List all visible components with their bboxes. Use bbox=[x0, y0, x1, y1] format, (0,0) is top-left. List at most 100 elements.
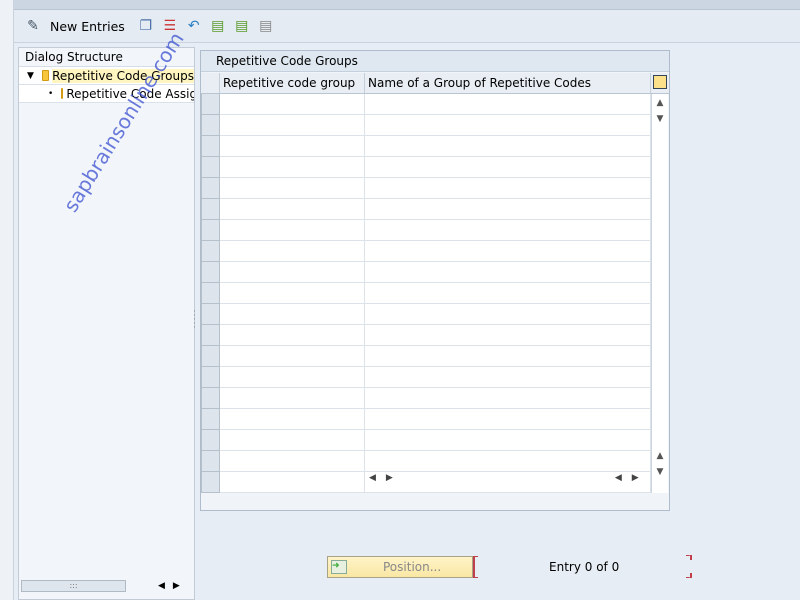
cell-code-group[interactable] bbox=[220, 367, 365, 388]
table-row[interactable] bbox=[201, 220, 669, 241]
cell-code-group[interactable] bbox=[220, 430, 365, 451]
splitter-handle[interactable]: · · · · · bbox=[193, 308, 196, 333]
row-selector[interactable] bbox=[201, 241, 220, 262]
table-row[interactable] bbox=[201, 367, 669, 388]
cell-group-name[interactable] bbox=[365, 115, 651, 136]
select-all-cell[interactable] bbox=[201, 73, 220, 93]
scroll-left-icon[interactable]: ◀ bbox=[369, 473, 376, 483]
cell-group-name[interactable] bbox=[365, 157, 651, 178]
table-row[interactable] bbox=[201, 94, 669, 115]
table-row[interactable] bbox=[201, 178, 669, 199]
cell-group-name[interactable] bbox=[365, 346, 651, 367]
scroll-thumb[interactable]: ::: bbox=[21, 580, 126, 592]
scroll-up-icon[interactable]: ▲ bbox=[652, 98, 668, 108]
cell-code-group[interactable] bbox=[220, 451, 365, 472]
row-selector[interactable] bbox=[201, 199, 220, 220]
cell-group-name[interactable] bbox=[365, 178, 651, 199]
deselect-all-icon[interactable]: ▤ bbox=[257, 17, 275, 35]
display-change-icon[interactable]: ✎ bbox=[24, 17, 42, 35]
tree-item-repetitive-code-groups[interactable]: ▼ Repetitive Code Groups bbox=[19, 67, 194, 85]
cell-code-group[interactable] bbox=[220, 220, 365, 241]
table-row[interactable] bbox=[201, 262, 669, 283]
row-selector[interactable] bbox=[201, 409, 220, 430]
table-row[interactable] bbox=[201, 241, 669, 262]
row-selector[interactable] bbox=[201, 325, 220, 346]
row-selector[interactable] bbox=[201, 220, 220, 241]
undo-icon[interactable]: ↶ bbox=[185, 17, 203, 35]
cell-group-name[interactable] bbox=[365, 430, 651, 451]
cell-code-group[interactable] bbox=[220, 262, 365, 283]
cell-group-name[interactable] bbox=[365, 409, 651, 430]
scroll-up-icon[interactable]: ▲ bbox=[652, 451, 668, 461]
cell-group-name[interactable] bbox=[365, 367, 651, 388]
table-row[interactable] bbox=[201, 346, 669, 367]
cell-group-name[interactable] bbox=[365, 388, 651, 409]
cell-group-name[interactable] bbox=[365, 199, 651, 220]
cell-code-group[interactable] bbox=[220, 115, 365, 136]
cell-code-group[interactable] bbox=[220, 304, 365, 325]
row-selector[interactable] bbox=[201, 304, 220, 325]
table-row[interactable] bbox=[201, 304, 669, 325]
cell-code-group[interactable] bbox=[220, 136, 365, 157]
cell-code-group[interactable] bbox=[220, 472, 365, 493]
row-selector[interactable] bbox=[201, 346, 220, 367]
scroll-left-icon[interactable]: ◀ bbox=[158, 581, 165, 591]
cell-code-group[interactable] bbox=[220, 157, 365, 178]
scroll-right-icon[interactable]: ▶ bbox=[386, 473, 393, 483]
cell-code-group[interactable] bbox=[220, 388, 365, 409]
cell-code-group[interactable] bbox=[220, 178, 365, 199]
row-selector[interactable] bbox=[201, 178, 220, 199]
expand-icon[interactable]: ▼ bbox=[27, 71, 34, 81]
table-row[interactable] bbox=[201, 325, 669, 346]
row-selector[interactable] bbox=[201, 388, 220, 409]
cell-group-name[interactable] bbox=[365, 451, 651, 472]
copy-icon[interactable]: ❐ bbox=[137, 17, 155, 35]
cell-code-group[interactable] bbox=[220, 409, 365, 430]
table-row[interactable] bbox=[201, 199, 669, 220]
cell-group-name[interactable] bbox=[365, 94, 651, 115]
cell-group-name[interactable] bbox=[365, 262, 651, 283]
row-selector[interactable] bbox=[201, 367, 220, 388]
table-row[interactable] bbox=[201, 157, 669, 178]
select-all-icon[interactable]: ▤ bbox=[209, 17, 227, 35]
scroll-right-icon[interactable]: ▶ bbox=[173, 581, 180, 591]
table-row[interactable] bbox=[201, 115, 669, 136]
table-row[interactable] bbox=[201, 451, 669, 472]
table-row[interactable] bbox=[201, 409, 669, 430]
horizontal-scrollbar[interactable]: ::: ◀ ▶ bbox=[21, 579, 191, 593]
cell-code-group[interactable] bbox=[220, 325, 365, 346]
select-block-icon[interactable]: ▤ bbox=[233, 17, 251, 35]
row-selector[interactable] bbox=[201, 157, 220, 178]
column-header[interactable]: Name of a Group of Repetitive Codes bbox=[365, 73, 651, 93]
cell-group-name[interactable] bbox=[365, 283, 651, 304]
row-selector[interactable] bbox=[201, 283, 220, 304]
row-selector[interactable] bbox=[201, 136, 220, 157]
delete-icon[interactable]: ☰ bbox=[161, 17, 179, 35]
scroll-right-icon[interactable]: ▶ bbox=[632, 473, 639, 483]
cell-code-group[interactable] bbox=[220, 199, 365, 220]
new-entries-button[interactable]: New Entries bbox=[50, 19, 125, 34]
cell-code-group[interactable] bbox=[220, 346, 365, 367]
position-button[interactable]: ➜ Position... bbox=[327, 556, 473, 578]
cell-code-group[interactable] bbox=[220, 283, 365, 304]
cell-group-name[interactable] bbox=[365, 241, 651, 262]
table-row[interactable] bbox=[201, 283, 669, 304]
table-settings-icon[interactable] bbox=[651, 73, 669, 93]
row-selector[interactable] bbox=[201, 94, 220, 115]
cell-group-name[interactable] bbox=[365, 325, 651, 346]
table-row[interactable] bbox=[201, 430, 669, 451]
scroll-down-icon[interactable]: ▼ bbox=[652, 467, 668, 477]
scroll-left-icon[interactable]: ◀ bbox=[615, 473, 622, 483]
row-selector[interactable] bbox=[201, 262, 220, 283]
row-selector[interactable] bbox=[201, 451, 220, 472]
cell-group-name[interactable] bbox=[365, 304, 651, 325]
row-selector[interactable] bbox=[201, 472, 220, 493]
table-row[interactable] bbox=[201, 388, 669, 409]
cell-group-name[interactable] bbox=[365, 136, 651, 157]
cell-group-name[interactable] bbox=[365, 220, 651, 241]
column-header[interactable]: Repetitive code group bbox=[220, 73, 365, 93]
cell-code-group[interactable] bbox=[220, 94, 365, 115]
tree-item-repetitive-code-assignment[interactable]: • Repetitive Code Assignment bbox=[19, 85, 194, 103]
row-selector[interactable] bbox=[201, 430, 220, 451]
horizontal-scrollbar[interactable]: ◀ ▶ ◀ ▶ bbox=[369, 471, 649, 485]
